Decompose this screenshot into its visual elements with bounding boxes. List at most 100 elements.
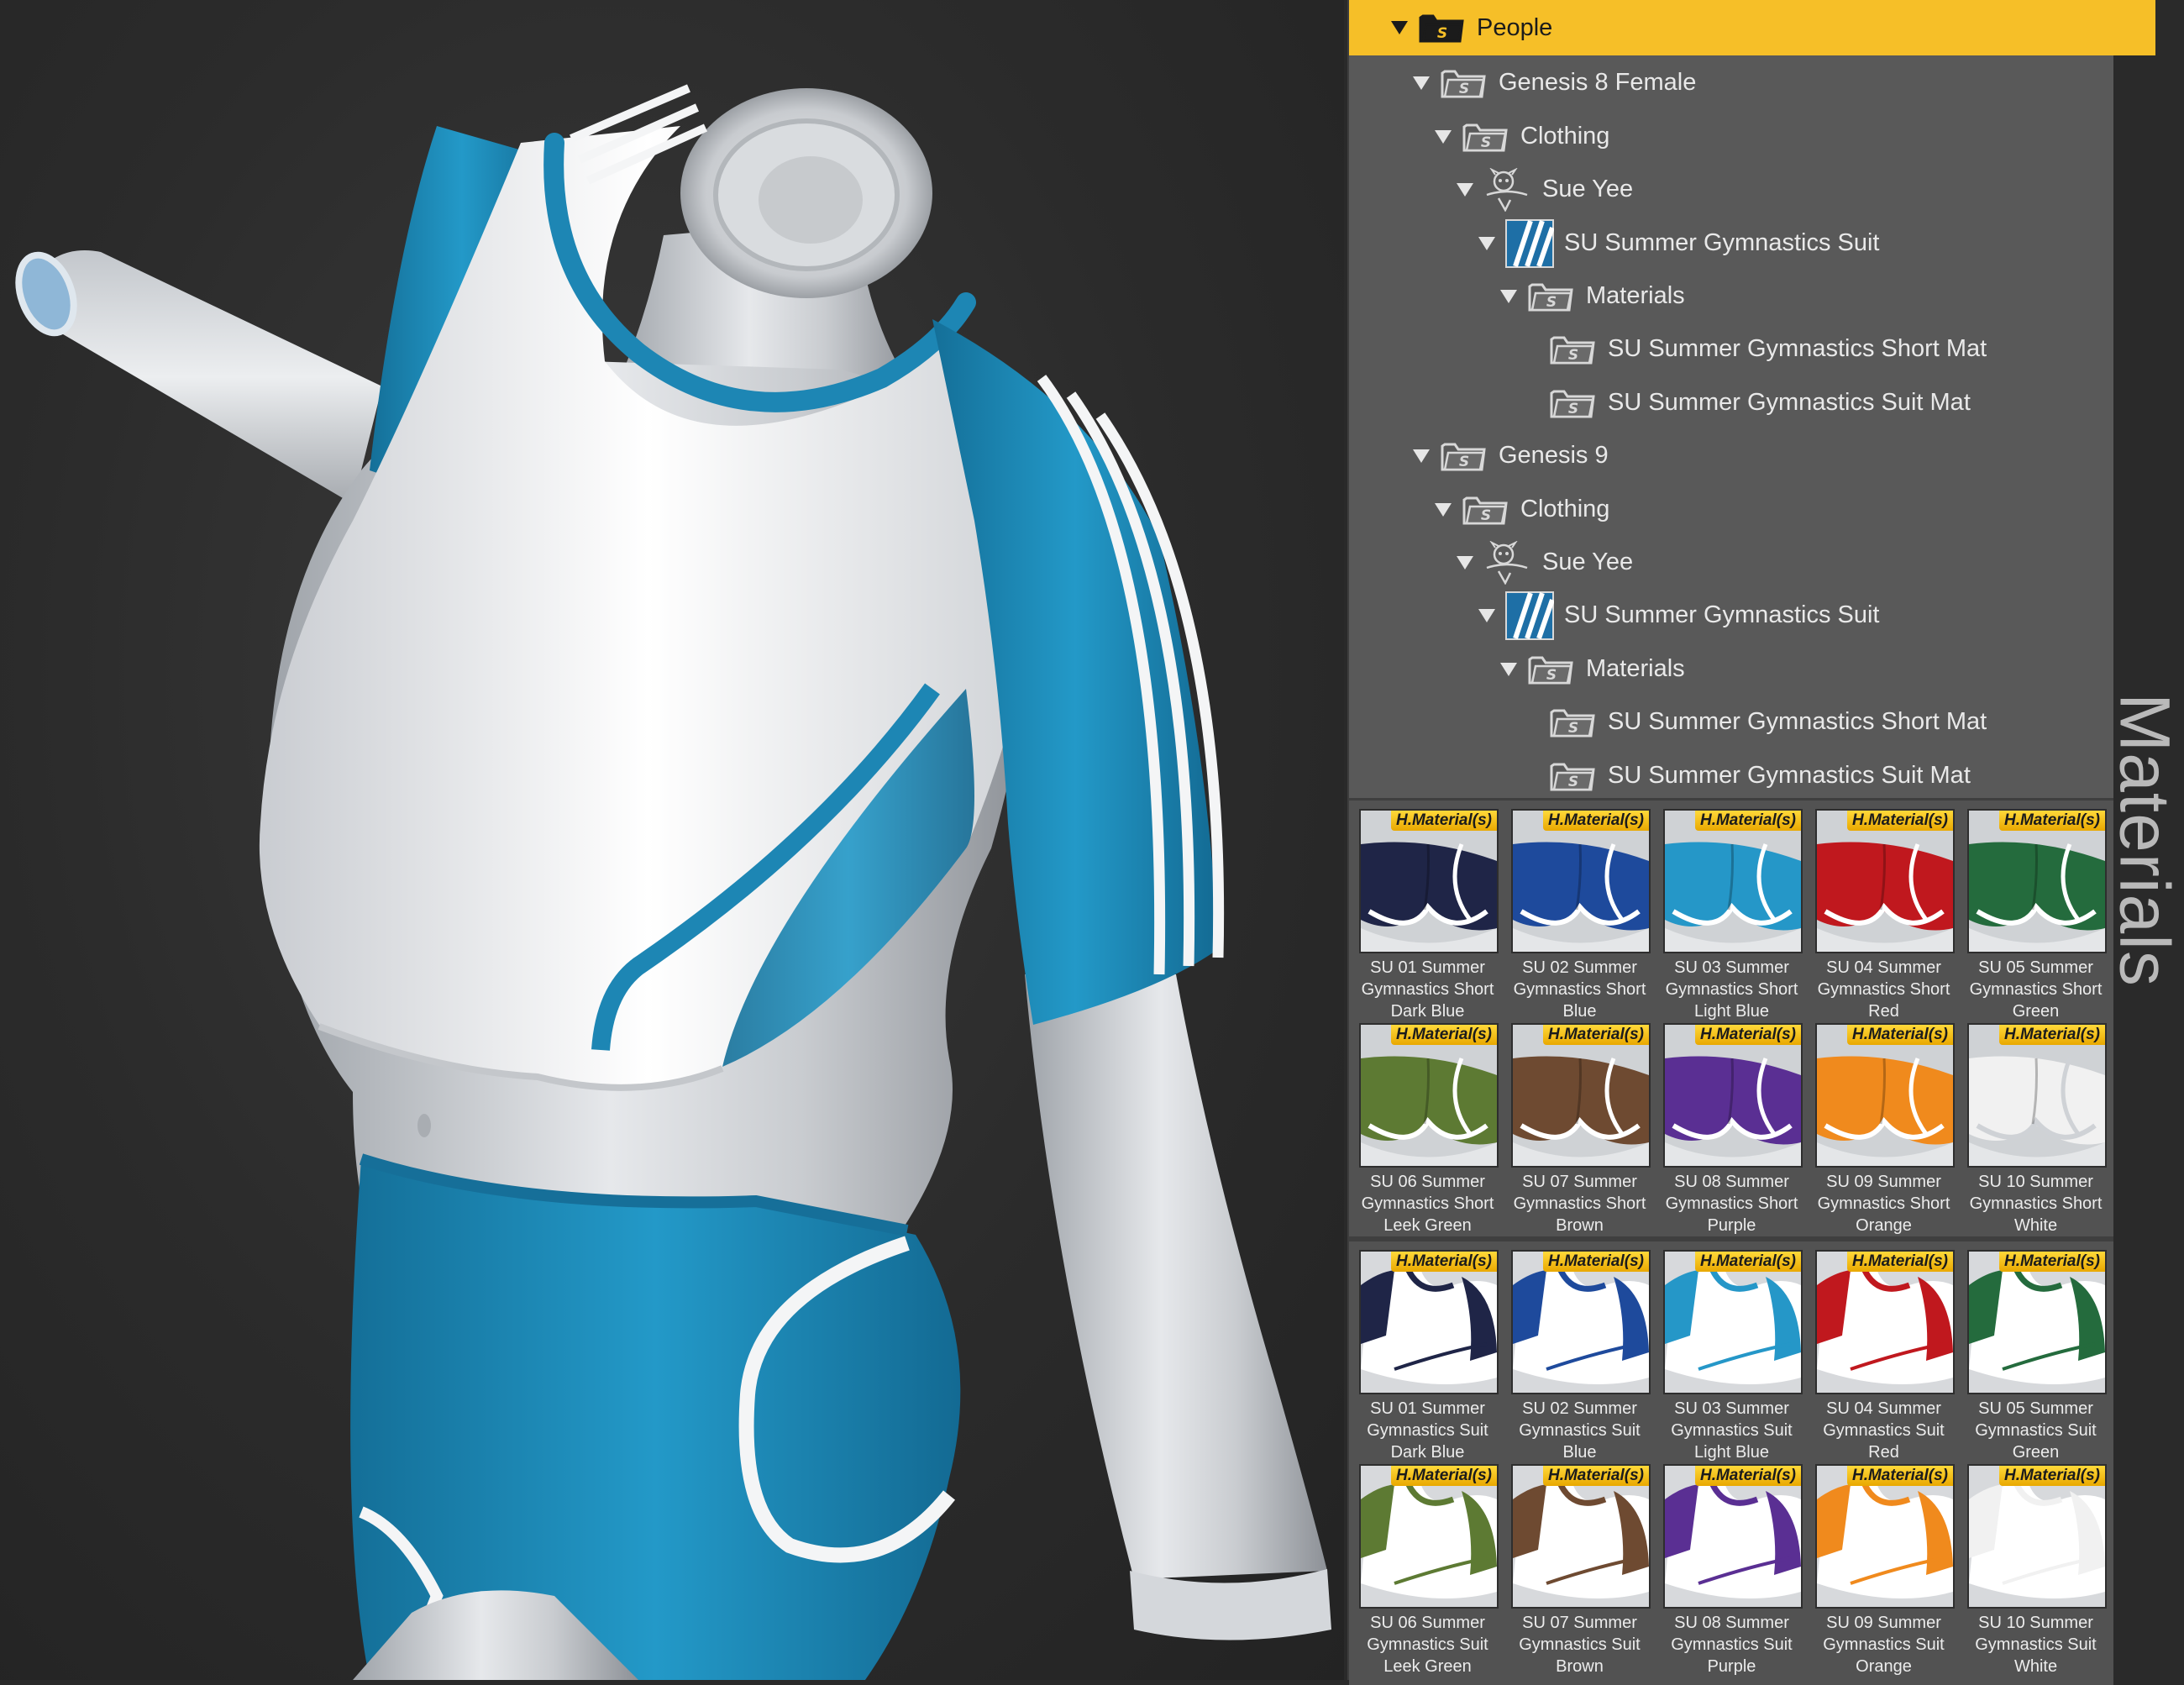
tree-item[interactable]: S SU Summer Gymnastics Suit Mat bbox=[1349, 749, 2184, 802]
material-label-line: SU 10 Summer bbox=[1978, 1614, 2093, 1632]
product-thumbnail-icon bbox=[1505, 591, 1554, 640]
folder-icon: S bbox=[1550, 336, 1595, 364]
hierarchical-material-badge: H.Material(s) bbox=[1542, 1466, 1649, 1486]
tree-item[interactable]: SU Summer Gymnastics Suit bbox=[1349, 217, 2184, 270]
material-label-line: Brown bbox=[1556, 1216, 1604, 1235]
material-thumbnail[interactable]: H.Material(s) SU 06 Summer Gymnastics Suit… bbox=[1354, 1456, 1501, 1676]
material-label-line: Gymnastics Short bbox=[1513, 980, 1646, 999]
hierarchical-material-badge: H.Material(s) bbox=[1998, 1252, 2105, 1272]
material-label-line: Gymnastics Suit bbox=[1671, 1635, 1793, 1654]
material-label: SU 08 Summer Gymnastics Short Purple bbox=[1655, 1171, 1809, 1236]
tree-item[interactable]: Sue Yee bbox=[1349, 536, 2184, 589]
tree-item-label: Materials bbox=[1586, 282, 1685, 309]
material-thumbnail[interactable]: H.Material(s) SU 09 Summer Gymnastics Shor… bbox=[1810, 1015, 1957, 1235]
expand-triangle-icon[interactable] bbox=[1435, 502, 1452, 517]
svg-text:S: S bbox=[1546, 667, 1557, 684]
tree-item[interactable]: S Genesis 9 bbox=[1349, 429, 2177, 482]
material-label: SU 09 Summer Gymnastics Short Orange bbox=[1807, 1171, 1961, 1236]
tree-item[interactable]: S People bbox=[1349, 0, 2155, 55]
hierarchical-material-badge: H.Material(s) bbox=[1390, 1025, 1497, 1045]
tree-item[interactable]: S Materials bbox=[1349, 270, 2184, 323]
tree-item[interactable]: S Clothing bbox=[1349, 483, 2184, 536]
expand-triangle-icon[interactable] bbox=[1500, 289, 1517, 303]
material-thumbnail[interactable]: H.Material(s) SU 02 Summer Gymnastics Shor… bbox=[1506, 801, 1653, 1021]
material-preview: H.Material(s) bbox=[1815, 1464, 1955, 1609]
tree-item-label: Sue Yee bbox=[1542, 176, 1634, 202]
suit-preview-icon bbox=[1513, 1466, 1649, 1607]
material-thumbnail[interactable]: H.Material(s) SU 05 Summer Gymnastics Suit… bbox=[1962, 1241, 2109, 1462]
material-label: SU 01 Summer Gymnastics Short Dark Blue bbox=[1351, 957, 1504, 1022]
material-label-line: Gymnastics Suit bbox=[1975, 1635, 2097, 1654]
tree-item-label: Materials bbox=[1586, 655, 1685, 682]
material-label-line: Gymnastics Short bbox=[1665, 980, 1798, 999]
svg-text:S: S bbox=[1568, 774, 1578, 790]
material-thumbnail[interactable]: H.Material(s) SU 02 Summer Gymnastics Suit… bbox=[1506, 1241, 1653, 1462]
material-preview: H.Material(s) bbox=[1511, 1250, 1651, 1394]
material-label-line: Orange bbox=[1856, 1216, 1912, 1235]
material-thumbnail[interactable]: H.Material(s) SU 10 Summer Gymnastics Shor… bbox=[1962, 1015, 2109, 1235]
svg-text:S: S bbox=[1459, 81, 1469, 97]
tree-item-label: SU Summer Gymnastics Suit Mat bbox=[1608, 762, 1971, 789]
material-thumbnail[interactable]: H.Material(s) SU 06 Summer Gymnastics Shor… bbox=[1354, 1015, 1501, 1235]
material-thumbnail[interactable]: H.Material(s) SU 07 Summer Gymnastics Shor… bbox=[1506, 1015, 1653, 1235]
suit-preview-icon bbox=[1817, 1466, 1953, 1607]
material-label: SU 03 Summer Gymnastics Short Light Blue bbox=[1655, 957, 1809, 1022]
material-thumbnail[interactable]: H.Material(s) SU 10 Summer Gymnastics Suit… bbox=[1962, 1456, 2109, 1676]
material-preview: H.Material(s) bbox=[1359, 1023, 1499, 1168]
folder-icon: S bbox=[1550, 390, 1595, 417]
tree-item-label: SU Summer Gymnastics Suit bbox=[1564, 229, 1880, 256]
material-label-line: Purple bbox=[1707, 1216, 1756, 1235]
material-thumbnail[interactable]: H.Material(s) SU 01 Summer Gymnastics Suit… bbox=[1354, 1241, 1501, 1462]
tree-item[interactable]: S SU Summer Gymnastics Suit Mat bbox=[1349, 376, 2184, 429]
material-thumbnail[interactable]: H.Material(s) SU 04 Summer Gymnastics Suit… bbox=[1810, 1241, 1957, 1462]
material-label-line: Gymnastics Suit bbox=[1367, 1421, 1488, 1440]
material-preview: H.Material(s) bbox=[1359, 1464, 1499, 1609]
material-thumbnail[interactable]: H.Material(s) SU 01 Summer Gymnastics Shor… bbox=[1354, 801, 1501, 1021]
expand-triangle-icon[interactable] bbox=[1413, 449, 1430, 463]
tree-item[interactable]: S SU Summer Gymnastics Short Mat bbox=[1349, 696, 2184, 748]
tree-item[interactable]: Sue Yee bbox=[1349, 163, 2184, 216]
product-thumbnail-icon bbox=[1505, 218, 1554, 268]
material-preview: H.Material(s) bbox=[1511, 1023, 1651, 1168]
hierarchical-material-badge: H.Material(s) bbox=[1998, 1025, 2105, 1045]
expand-triangle-icon[interactable] bbox=[1391, 21, 1408, 34]
material-label-line: SU 07 Summer bbox=[1522, 1173, 1637, 1191]
material-label-line: Leek Green bbox=[1383, 1216, 1472, 1235]
tree-item[interactable]: SU Summer Gymnastics Suit bbox=[1349, 589, 2184, 642]
folder-icon: S bbox=[1462, 496, 1508, 524]
content-library-panel: S People S Genesis 8 Female S Clothing Sue Yee… bbox=[1347, 0, 2155, 1685]
material-thumbnail[interactable]: H.Material(s) SU 08 Summer Gymnastics Shor… bbox=[1658, 1015, 1805, 1235]
material-label-line: Gymnastics Short bbox=[1969, 1194, 2103, 1213]
material-label-line: Brown bbox=[1556, 1657, 1604, 1676]
tree-item[interactable]: S Genesis 8 Female bbox=[1349, 56, 2177, 109]
tree-item-label: Clothing bbox=[1520, 123, 1610, 150]
expand-triangle-icon[interactable] bbox=[1478, 608, 1495, 622]
material-thumbnail[interactable]: H.Material(s) SU 03 Summer Gymnastics Shor… bbox=[1658, 801, 1805, 1021]
material-thumbnail[interactable]: H.Material(s) SU 03 Summer Gymnastics Suit… bbox=[1658, 1241, 1805, 1462]
hierarchical-material-badge: H.Material(s) bbox=[1542, 811, 1649, 831]
expand-triangle-icon[interactable] bbox=[1457, 182, 1473, 197]
hierarchical-material-badge: H.Material(s) bbox=[1542, 1252, 1649, 1272]
shorts-preview-icon bbox=[1361, 1025, 1497, 1166]
material-label: SU 06 Summer Gymnastics Suit Leek Green bbox=[1351, 1612, 1504, 1677]
tree-item[interactable]: S SU Summer Gymnastics Short Mat bbox=[1349, 323, 2184, 375]
material-preview: H.Material(s) bbox=[1967, 1250, 2107, 1394]
material-thumbnail[interactable]: H.Material(s) SU 09 Summer Gymnastics Suit… bbox=[1810, 1456, 1957, 1676]
expand-triangle-icon[interactable] bbox=[1478, 236, 1495, 250]
hierarchical-material-badge: H.Material(s) bbox=[1846, 1466, 1953, 1486]
expand-triangle-icon[interactable] bbox=[1435, 129, 1452, 144]
tree-item[interactable]: S Materials bbox=[1349, 643, 2184, 696]
svg-text:S: S bbox=[1546, 294, 1557, 311]
expand-triangle-icon[interactable] bbox=[1413, 76, 1430, 90]
expand-triangle-icon[interactable] bbox=[1457, 555, 1473, 570]
material-thumbnail[interactable]: H.Material(s) SU 05 Summer Gymnastics Shor… bbox=[1962, 801, 2109, 1021]
material-label-line: SU 06 Summer bbox=[1370, 1614, 1485, 1632]
material-label-line: SU 09 Summer bbox=[1826, 1614, 1941, 1632]
tree-item[interactable]: S Clothing bbox=[1349, 110, 2184, 163]
material-label-line: Gymnastics Suit bbox=[1823, 1635, 1945, 1654]
material-thumbnail[interactable]: H.Material(s) SU 04 Summer Gymnastics Shor… bbox=[1810, 801, 1957, 1021]
vendor-logo-icon bbox=[1486, 540, 1528, 585]
expand-triangle-icon[interactable] bbox=[1500, 662, 1517, 676]
material-thumbnail[interactable]: H.Material(s) SU 08 Summer Gymnastics Suit… bbox=[1658, 1456, 1805, 1676]
material-thumbnail[interactable]: H.Material(s) SU 07 Summer Gymnastics Suit… bbox=[1506, 1456, 1653, 1676]
